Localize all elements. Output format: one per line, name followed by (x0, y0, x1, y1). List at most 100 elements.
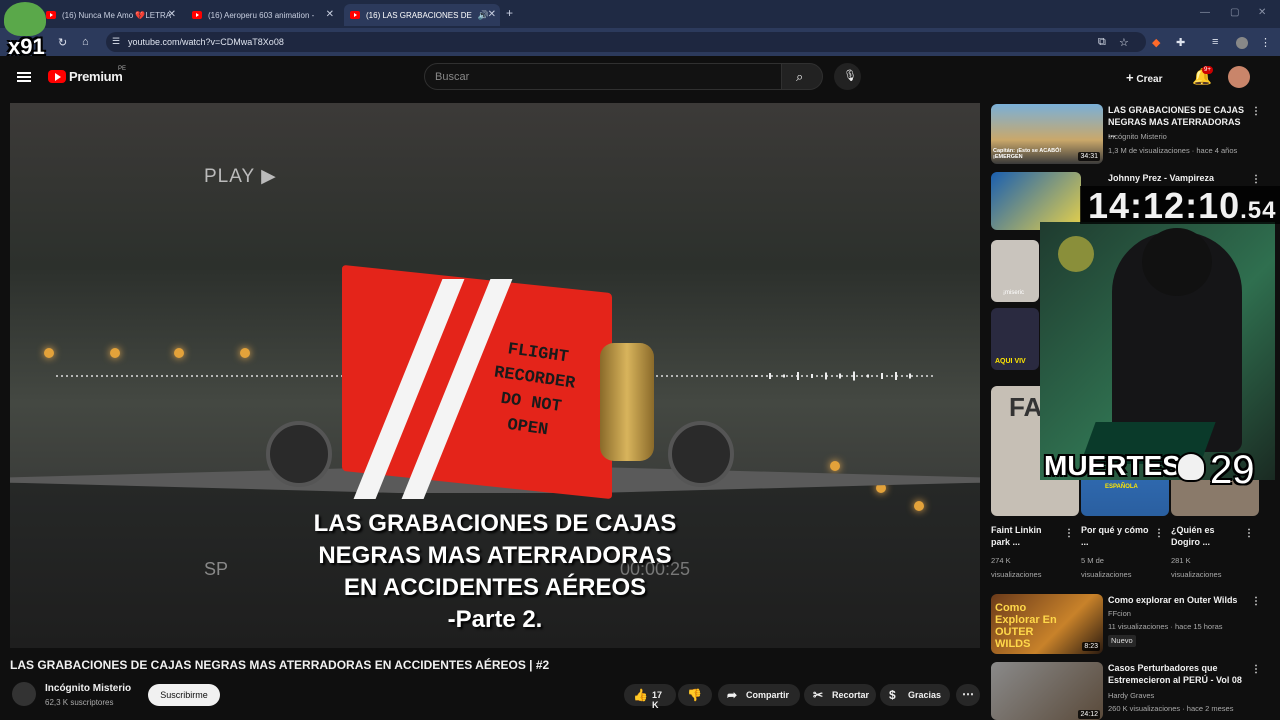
avatar[interactable] (1228, 66, 1250, 88)
thumbnail[interactable]: Capitán: ¡Esto se ACABÓ! ¡EMERGEN 34:31 (991, 104, 1103, 164)
sidebar-channel[interactable]: Incógnito Misterio (1108, 132, 1167, 142)
duration-badge: 34:31 (1078, 152, 1100, 161)
home-icon[interactable]: ⌂ (82, 36, 89, 48)
share-button[interactable]: ➦ Compartir (718, 684, 800, 706)
sidebar-meta: 1,3 M de visualizaciones · hace 4 años (1108, 146, 1238, 155)
thumbs-down-icon: 👎 (687, 688, 702, 702)
sidebar-meta: 11 visualizaciones · hace 15 horas (1108, 622, 1223, 631)
more-icon[interactable]: ⋮ (1251, 174, 1261, 185)
channel-name[interactable]: Incógnito Misterio (45, 683, 131, 694)
notification-badge: 9+ (1202, 66, 1213, 74)
subscriber-count: 62,3 K suscriptores (45, 698, 114, 707)
plus-icon: + (1126, 70, 1134, 85)
close-window-icon[interactable]: ✕ (1258, 7, 1266, 18)
profile-icon[interactable] (1236, 37, 1248, 49)
more-icon[interactable]: ⋮ (1251, 106, 1261, 117)
thumbnail-caption: Capitán: ¡Esto se ACABÓ! ¡EMERGEN (993, 148, 1062, 160)
sidebar-meta: 260 K visualizaciones · hace 2 meses (1108, 704, 1234, 713)
like-button[interactable]: 👍 17 K (624, 684, 676, 710)
browser-menu-icon[interactable]: ⋮ (1260, 36, 1271, 49)
extension-icon[interactable]: ◆ (1152, 36, 1160, 49)
sidebar-video-title[interactable]: Casos Perturbadores que Estremecieron al… (1108, 662, 1248, 686)
new-badge: Nuevo (1108, 635, 1136, 647)
thumbnail-caption: ¡miseric (1003, 290, 1024, 296)
thanks-label: Gracias (908, 690, 942, 700)
search-input[interactable]: Buscar (424, 63, 782, 90)
search-button[interactable]: ⌕ (781, 63, 823, 90)
menu-icon[interactable] (17, 72, 31, 82)
runway-light (44, 348, 54, 358)
sidebar-video-title[interactable]: Como explorar en Outer Wilds (1108, 594, 1248, 606)
video-player[interactable]: PLAY ▶ SP 00:00:25 FLIGHT RECORDER DO NO… (10, 103, 980, 648)
youtube-favicon-icon (46, 11, 56, 19)
overlay-title-line: NEGRAS MAS ATERRADORAS (318, 542, 672, 569)
youtube-logo-icon[interactable] (48, 70, 66, 83)
runway-light (830, 461, 840, 471)
video-title: LAS GRABACIONES DE CAJAS NEGRAS MAS ATER… (10, 658, 550, 672)
share-icon: ➦ (727, 688, 738, 702)
share-label: Compartir (746, 690, 790, 700)
airplane-engine (668, 421, 734, 487)
subscribe-button[interactable]: Suscribirme (148, 684, 220, 706)
runway-light (110, 348, 120, 358)
thumbnail-caption: FA (1009, 392, 1043, 422)
duration-badge: 24:12 (1078, 710, 1100, 719)
overlay-title-line: EN ACCIDENTES AÉREOS (343, 574, 647, 601)
short-views-label: visualizaciones (1171, 570, 1222, 579)
short-title[interactable]: Faint Linkin park ... (991, 524, 1061, 548)
sidebar-channel[interactable]: Hardy Graves (1108, 691, 1154, 701)
clip-label: Recortar (832, 690, 870, 700)
runway-light (174, 348, 184, 358)
minimize-icon[interactable]: — (1200, 7, 1210, 18)
tab-grabaciones[interactable]: (16) LAS GRABACIONES DE 🔊 ✕ (344, 4, 500, 26)
more-icon[interactable]: ⋮ (1154, 528, 1164, 539)
channel-avatar[interactable] (12, 682, 36, 706)
extensions-puzzle-icon[interactable]: ✚ (1176, 36, 1185, 49)
bookmark-star-icon[interactable]: ☆ (1119, 36, 1129, 49)
short-title[interactable]: Por qué y cómo ... (1081, 524, 1151, 548)
like-count: 17 K (652, 690, 663, 710)
thanks-button[interactable]: $ Gracias (880, 684, 950, 706)
clip-button[interactable]: ✂ Recortar (804, 684, 876, 706)
dislike-button[interactable]: 👎 (678, 684, 712, 706)
more-icon[interactable]: ⋮ (1064, 528, 1074, 539)
close-tab-icon[interactable]: ✕ (326, 9, 334, 20)
thumbnail[interactable]: AQUI VIV (991, 308, 1039, 370)
more-icon[interactable]: ⋮ (1251, 596, 1261, 607)
maximize-icon[interactable]: ▢ (1230, 7, 1239, 18)
install-app-icon[interactable]: ⧉ (1098, 36, 1106, 49)
close-tab-icon[interactable]: ✕ (168, 9, 176, 20)
streamer-head (1142, 228, 1212, 296)
more-icon[interactable]: ⋮ (1251, 664, 1261, 675)
youtube-brand[interactable]: Premium (69, 69, 123, 84)
address-bar[interactable]: ☰ youtube.com/watch?v=CDMwaT8Xo08 (106, 32, 1146, 52)
region-code: PE (118, 66, 127, 72)
short-title[interactable]: ¿Quién es Dogiro ... (1171, 524, 1241, 548)
vhs-sp-text: SP (204, 559, 229, 579)
thumbnail[interactable]: ¡miseric (991, 240, 1039, 302)
short-views: 274 K (991, 556, 1011, 565)
thumbnail[interactable]: 24:12 (991, 662, 1103, 720)
tab-nunca-me-amo[interactable]: (16) Nunca Me Amo 💔LETRA ✕ (40, 4, 180, 26)
more-actions-button[interactable]: ⋯ (956, 684, 980, 706)
reload-icon[interactable]: ↻ (58, 36, 67, 49)
tab-title: (16) Aeroperu 603 animation - (208, 10, 315, 20)
media-control-icon[interactable]: ≡ (1212, 36, 1218, 48)
sidebar-channel[interactable]: FFcion (1108, 609, 1131, 619)
skull-icon (1176, 452, 1206, 482)
ball-icon (1058, 236, 1094, 272)
microphone-icon: 🎙 (843, 70, 857, 82)
tab-aeroperu[interactable]: (16) Aeroperu 603 animation - ✕ (186, 4, 338, 26)
sidebar-video-title[interactable]: Johnny Prez - Vampireza (1108, 172, 1248, 184)
thumbnail[interactable]: Como Explorar En OUTER WILDS 8:23 (991, 594, 1103, 654)
create-button[interactable]: + Crear (1126, 66, 1163, 86)
close-tab-icon[interactable]: ✕ (488, 9, 496, 20)
create-label: Crear (1136, 74, 1163, 85)
tab-title: (16) LAS GRABACIONES DE (366, 10, 472, 20)
voice-search-button[interactable]: 🎙 (834, 63, 861, 90)
site-settings-icon[interactable]: ☰ (112, 36, 120, 47)
thumbnail-caption: ESPAÑOLA (1105, 484, 1138, 490)
more-icon[interactable]: ⋮ (1244, 528, 1254, 539)
new-tab-button[interactable]: + (506, 6, 513, 20)
deaths-counter: 29 (1210, 448, 1255, 492)
